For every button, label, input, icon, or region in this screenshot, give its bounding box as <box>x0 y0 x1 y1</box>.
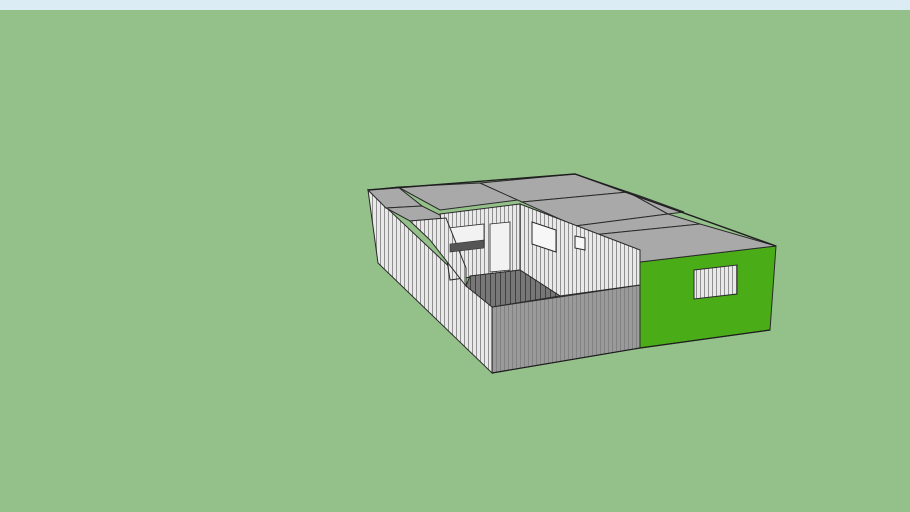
sketchup-viewport[interactable] <box>0 0 910 512</box>
building-model[interactable] <box>0 0 910 512</box>
green-wall-window <box>693 264 738 300</box>
interior-window-small <box>574 235 586 251</box>
interior-opening-2 <box>489 221 511 273</box>
